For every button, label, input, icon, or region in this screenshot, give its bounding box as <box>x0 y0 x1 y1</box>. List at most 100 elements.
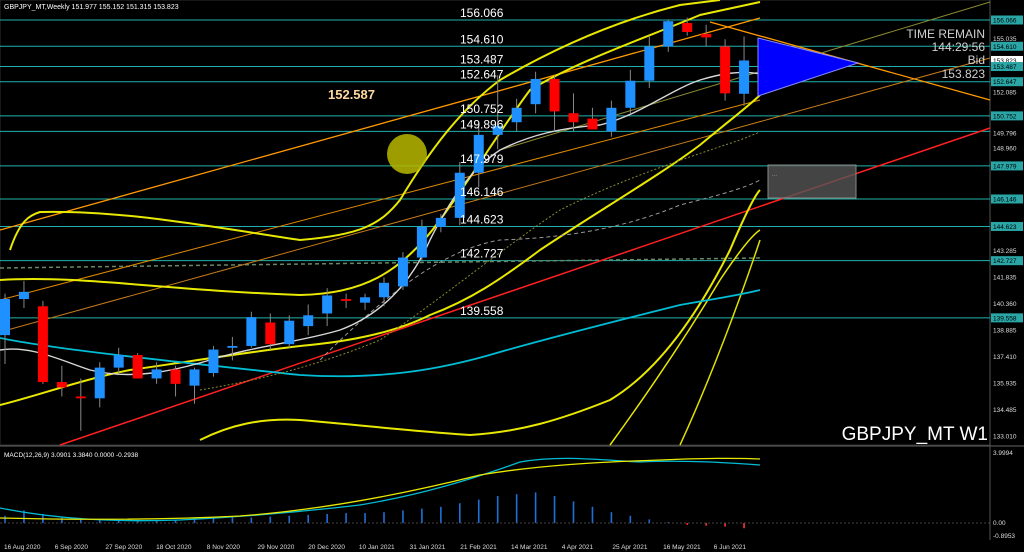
time-axis-label: 16 Aug 2020 <box>4 544 41 551</box>
info-box <box>767 164 857 199</box>
macd-bar <box>288 515 291 523</box>
candle-body[interactable] <box>132 354 143 379</box>
bid-value: 153.823 <box>942 67 986 81</box>
candle-body[interactable] <box>341 299 352 301</box>
candle-body[interactable] <box>208 349 219 374</box>
time-axis-label: 31 Jan 2021 <box>410 544 446 551</box>
candle-body[interactable] <box>625 80 636 108</box>
macd-axis-top: 3.9994 <box>993 450 1013 457</box>
candle-body[interactable] <box>606 107 617 132</box>
macd-axis-bottom: -0.8953 <box>993 533 1015 540</box>
price-axis-label: 150.752 <box>993 113 1017 120</box>
price-axis-label: 141.835 <box>993 274 1017 281</box>
time-axis-label: 14 Mar 2021 <box>511 544 548 551</box>
macd-bar <box>459 503 461 523</box>
candle-body[interactable] <box>151 369 162 379</box>
bid-label: Bid <box>968 53 985 67</box>
level-label: 150.752 <box>460 102 504 116</box>
time-axis-label: 20 Dec 2020 <box>308 544 345 551</box>
macd-bar <box>402 510 404 523</box>
time-axis-label: 29 Nov 2020 <box>258 544 295 551</box>
macd-bar <box>743 523 745 529</box>
candle-body[interactable] <box>246 317 257 346</box>
macd-bar <box>307 514 309 523</box>
candle-body[interactable] <box>322 295 333 314</box>
macd-bar <box>477 499 480 523</box>
macd-bar <box>629 515 632 523</box>
level-label: 153.487 <box>460 53 504 67</box>
time-axis-label: 16 May 2021 <box>663 544 701 551</box>
macd-bar <box>212 518 215 523</box>
candle-body[interactable] <box>18 291 29 300</box>
macd-bar <box>61 517 63 523</box>
candle-body[interactable] <box>0 299 10 336</box>
candle-body[interactable] <box>284 320 295 345</box>
macd-bar <box>534 492 537 523</box>
macd-bar <box>440 506 442 523</box>
candle-body[interactable] <box>720 46 731 94</box>
price-axis-label: 156.066 <box>993 18 1017 25</box>
candle-body[interactable] <box>113 354 124 368</box>
candle-body[interactable] <box>435 217 446 227</box>
macd-bar <box>231 517 234 523</box>
candle-body[interactable] <box>530 78 541 105</box>
chart-canvas[interactable]: ... 156.066 154.610 153.487152.647 150.752 1… <box>0 0 1024 552</box>
candle-body[interactable] <box>170 369 181 384</box>
circle-marker[interactable] <box>387 134 427 174</box>
candle-body[interactable] <box>265 322 276 345</box>
macd-bar <box>250 517 253 523</box>
price-axis-label: 135.935 <box>993 381 1017 388</box>
time-axis-label: 6 Sep 2020 <box>55 544 89 551</box>
macd-bar <box>686 523 688 525</box>
price-axis-label: 143.285 <box>993 248 1017 255</box>
level-label: 152.647 <box>460 68 504 82</box>
candle-body[interactable] <box>227 345 238 348</box>
candle-body[interactable] <box>397 257 408 287</box>
candle-body[interactable] <box>663 21 674 47</box>
level-label: 144.623 <box>460 212 504 226</box>
candle-body[interactable] <box>75 396 86 399</box>
candle-body[interactable] <box>379 282 389 298</box>
macd-bar <box>421 508 423 523</box>
highlight-price: 152.587 <box>328 87 375 102</box>
level-label: 147.979 <box>460 152 504 166</box>
chart-background <box>0 0 1024 552</box>
price-axis-label: 148.960 <box>993 146 1017 153</box>
candle-body[interactable] <box>511 107 522 123</box>
candle-body[interactable] <box>644 46 655 81</box>
macd-bar <box>345 513 347 523</box>
time-axis-label: 10 Jan 2021 <box>359 544 395 551</box>
candle-body[interactable] <box>739 60 750 94</box>
candle-body[interactable] <box>568 113 579 123</box>
candle-body[interactable] <box>56 382 67 388</box>
candle-body[interactable] <box>37 306 48 383</box>
info-box-text: ... <box>772 172 777 178</box>
macd-bar <box>610 512 613 523</box>
time-remain-label: TIME REMAIN <box>906 27 985 41</box>
candle-body[interactable] <box>189 369 200 386</box>
candle-body[interactable] <box>94 367 105 399</box>
macd-bar <box>591 506 594 523</box>
price-axis-label: 154.610 <box>993 44 1017 51</box>
time-axis-label: 18 Oct 2020 <box>156 544 192 551</box>
time-axis-label: 27 Sep 2020 <box>105 544 142 551</box>
price-axis-label: 147.979 <box>993 163 1017 170</box>
candle-body[interactable] <box>587 118 598 130</box>
candle-body[interactable] <box>701 33 712 38</box>
macd-bar <box>515 494 518 523</box>
candle-body[interactable] <box>303 315 314 327</box>
level-label: 146.146 <box>460 185 504 199</box>
candle-body[interactable] <box>549 78 560 112</box>
price-axis-label: 149.796 <box>993 131 1017 138</box>
level-label: 156.066 <box>460 6 504 20</box>
macd-bar <box>383 512 385 523</box>
macd-bar <box>269 516 272 523</box>
candle-body[interactable] <box>682 22 693 33</box>
candle-body[interactable] <box>416 226 427 258</box>
macd-label: MACD(12,26,9) 3.0901 3.3840 0.0000 -0.29… <box>4 452 138 459</box>
price-axis-label: 144.623 <box>993 224 1017 231</box>
candle-body[interactable] <box>360 297 371 303</box>
time-axis-label: 25 Apr 2021 <box>612 544 647 551</box>
level-label: 154.610 <box>460 32 504 46</box>
macd-bar <box>648 519 651 523</box>
